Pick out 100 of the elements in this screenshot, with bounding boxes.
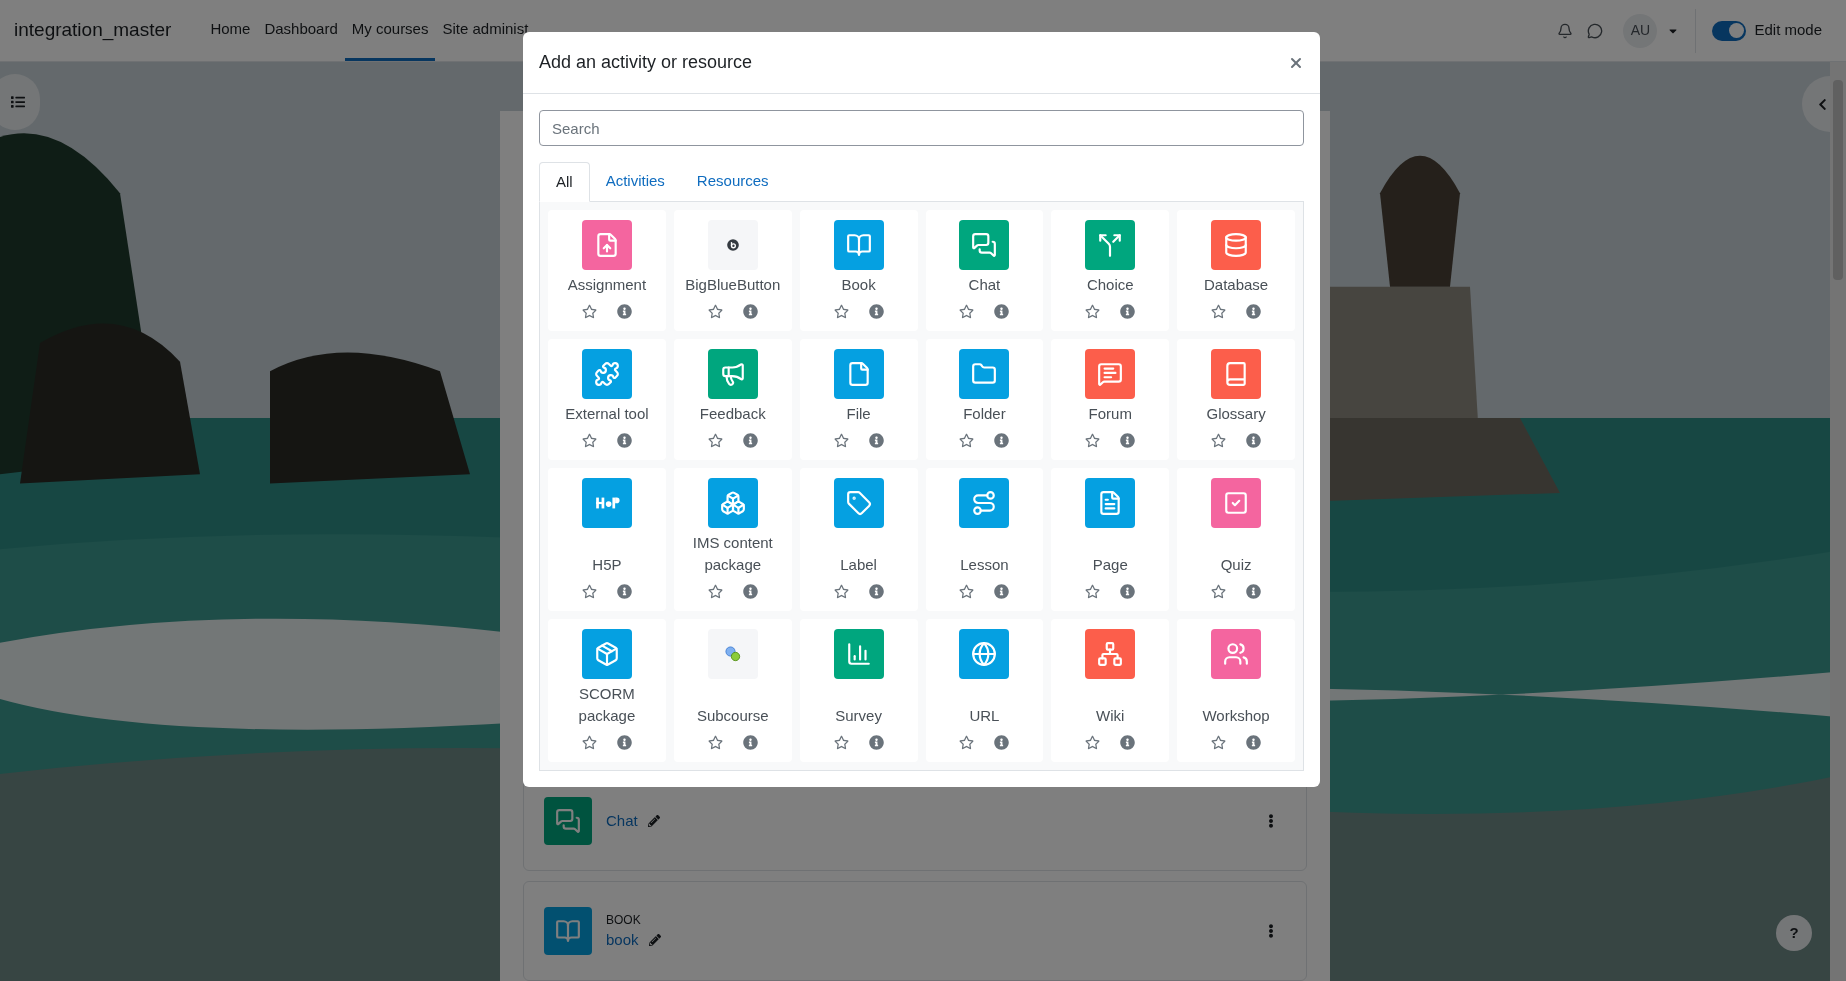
activity-tile[interactable]: Feedback: [673, 339, 792, 460]
info-icon[interactable]: [1120, 304, 1136, 319]
activity-tile[interactable]: Quiz: [1177, 468, 1295, 611]
activity-name[interactable]: Forum: [1088, 403, 1132, 425]
activity-tile[interactable]: Folder: [925, 339, 1044, 460]
notifications-icon[interactable]: [1557, 22, 1574, 39]
star-icon[interactable]: [959, 735, 975, 750]
activity-tile[interactable]: Label: [799, 468, 918, 611]
activity-name[interactable]: URL: [969, 705, 1000, 727]
info-icon[interactable]: [1120, 735, 1136, 750]
tab[interactable]: Activities: [589, 162, 681, 201]
activity-tile[interactable]: Book: [799, 210, 918, 331]
pencil-icon[interactable]: [647, 815, 660, 827]
info-icon[interactable]: [616, 735, 632, 750]
activity-name[interactable]: Lesson: [960, 554, 1009, 576]
activity-tile[interactable]: File: [799, 339, 918, 460]
info-icon[interactable]: [994, 433, 1010, 448]
activity-name[interactable]: Folder: [963, 403, 1006, 425]
star-icon[interactable]: [833, 433, 849, 448]
star-icon[interactable]: [959, 584, 975, 599]
info-icon[interactable]: [1246, 735, 1262, 750]
info-icon[interactable]: [868, 584, 884, 599]
star-icon[interactable]: [833, 735, 849, 750]
activity-name[interactable]: IMS content package: [677, 532, 788, 576]
star-icon[interactable]: [581, 304, 597, 319]
messages-icon[interactable]: [1587, 22, 1604, 39]
tab[interactable]: Resources: [680, 162, 785, 201]
search-field[interactable]: Search: [539, 110, 1304, 146]
info-icon[interactable]: [1246, 584, 1262, 599]
activity-tile[interactable]: Lesson: [925, 468, 1044, 611]
activity-tile[interactable]: IMS content package: [673, 468, 792, 611]
activity-tile[interactable]: Wiki: [1051, 619, 1170, 762]
nav-link[interactable]: Home: [203, 0, 258, 61]
activity-name[interactable]: Database: [1203, 274, 1269, 296]
scrollbar[interactable]: [1830, 62, 1846, 981]
info-icon[interactable]: [868, 735, 884, 750]
activity-name[interactable]: Survey: [835, 705, 882, 727]
info-icon[interactable]: [616, 304, 632, 319]
info-icon[interactable]: [994, 304, 1010, 319]
activity-name[interactable]: SCORM package: [552, 683, 662, 727]
star-icon[interactable]: [707, 584, 723, 599]
kebab-menu-icon[interactable]: [1266, 924, 1276, 938]
activity-tile[interactable]: External tool: [548, 339, 666, 460]
activity-tile[interactable]: Page: [1051, 468, 1170, 611]
pencil-icon[interactable]: [648, 934, 661, 946]
activity-tile[interactable]: Choice: [1051, 210, 1170, 331]
tab[interactable]: All: [539, 162, 590, 202]
activity-name[interactable]: File: [846, 403, 871, 425]
activity-tile[interactable]: Chat: [925, 210, 1044, 331]
activity-name[interactable]: Assignment: [567, 274, 647, 296]
info-icon[interactable]: [1120, 433, 1136, 448]
star-icon[interactable]: [833, 304, 849, 319]
activity-name[interactable]: Workshop: [1202, 705, 1270, 727]
star-icon[interactable]: [1085, 304, 1101, 319]
edit-mode-switch[interactable]: [1712, 20, 1747, 41]
info-icon[interactable]: [742, 433, 758, 448]
info-icon[interactable]: [868, 304, 884, 319]
activity-tile[interactable]: Assignment: [548, 210, 666, 331]
nav-link[interactable]: Dashboard: [257, 0, 345, 61]
activity-tile[interactable]: Glossary: [1177, 339, 1295, 460]
star-icon[interactable]: [959, 433, 975, 448]
activity-tile[interactable]: Survey: [799, 619, 918, 762]
star-icon[interactable]: [581, 735, 597, 750]
star-icon[interactable]: [1211, 584, 1227, 599]
info-icon[interactable]: [616, 433, 632, 448]
activity-name[interactable]: Subcourse: [696, 705, 769, 727]
star-icon[interactable]: [707, 735, 723, 750]
star-icon[interactable]: [1085, 433, 1101, 448]
activity-name[interactable]: Feedback: [699, 403, 766, 425]
info-icon[interactable]: [1246, 433, 1262, 448]
info-icon[interactable]: [868, 433, 884, 448]
activity-tile[interactable]: H5P: [548, 468, 666, 611]
star-icon[interactable]: [1085, 735, 1101, 750]
info-icon[interactable]: [1246, 304, 1262, 319]
info-icon[interactable]: [1120, 584, 1136, 599]
activity-name[interactable]: Chat: [968, 274, 1001, 296]
activity-name[interactable]: Wiki: [1096, 705, 1125, 727]
info-icon[interactable]: [742, 584, 758, 599]
star-icon[interactable]: [581, 433, 597, 448]
info-icon[interactable]: [994, 584, 1010, 599]
kebab-menu-icon[interactable]: [1266, 814, 1276, 828]
activity-tile[interactable]: Subcourse: [673, 619, 792, 762]
activity-name[interactable]: Glossary: [1206, 403, 1266, 425]
info-icon[interactable]: [742, 735, 758, 750]
activity-name[interactable]: H5P: [592, 554, 622, 576]
activity-name[interactable]: Choice: [1086, 274, 1134, 296]
star-icon[interactable]: [707, 433, 723, 448]
star-icon[interactable]: [959, 304, 975, 319]
info-icon[interactable]: [616, 584, 632, 599]
star-icon[interactable]: [1211, 304, 1227, 319]
star-icon[interactable]: [707, 304, 723, 319]
activity-name[interactable]: Label: [840, 554, 877, 576]
star-icon[interactable]: [833, 584, 849, 599]
activity-name[interactable]: Page: [1092, 554, 1128, 576]
activity-tile[interactable]: BigBlueButton: [673, 210, 792, 331]
activity-name[interactable]: Quiz: [1220, 554, 1252, 576]
star-icon[interactable]: [1211, 735, 1227, 750]
activity-name[interactable]: Book: [841, 274, 876, 296]
star-icon[interactable]: [1085, 584, 1101, 599]
star-icon[interactable]: [1211, 433, 1227, 448]
